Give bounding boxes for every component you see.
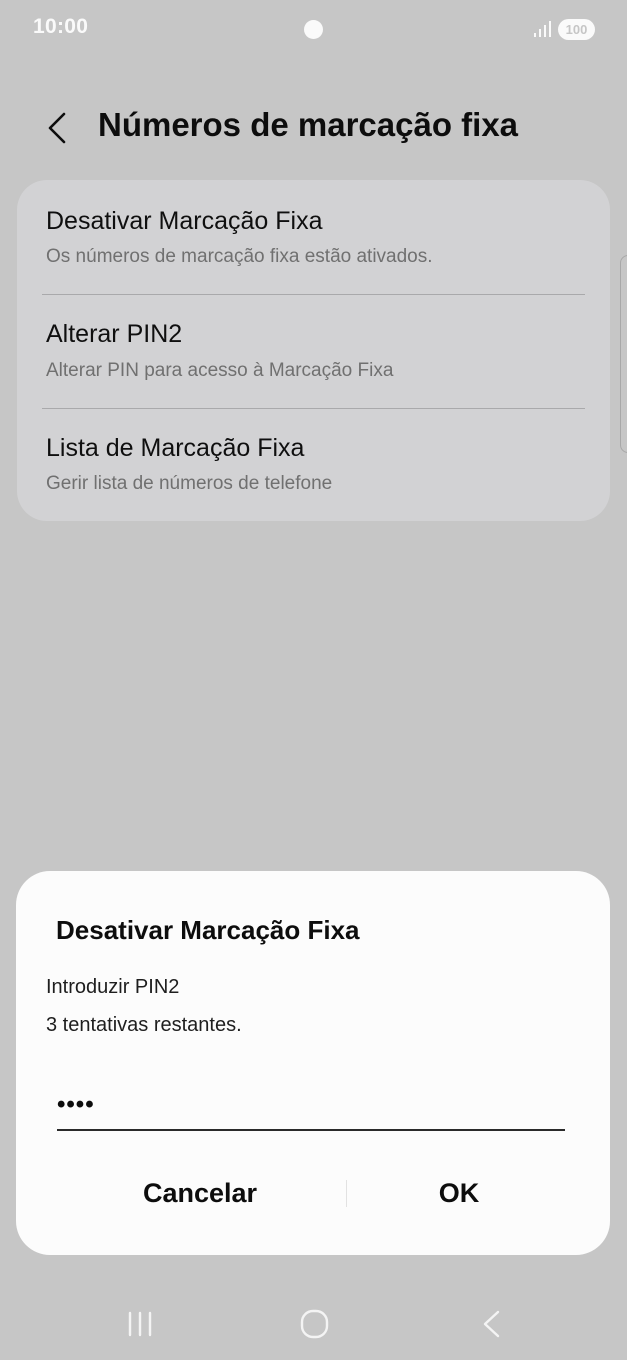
setting-subtitle: Os números de marcação fixa estão ativad… [46, 246, 433, 267]
setting-subtitle: Alterar PIN para acesso à Marcação Fixa [46, 360, 394, 381]
home-icon [300, 1309, 329, 1339]
back-button[interactable] [36, 105, 82, 151]
setting-title: Alterar PIN2 [46, 320, 183, 348]
setting-item-disable-fdn[interactable]: Desativar Marcação Fixa Os números de ma… [17, 180, 610, 293]
battery-level: 100 [565, 22, 588, 37]
ok-button[interactable]: OK [350, 1161, 568, 1225]
nav-back-button[interactable] [461, 1304, 521, 1344]
button-separator [346, 1180, 347, 1207]
dialog-title: Desativar Marcação Fixa [56, 915, 360, 945]
recent-apps-icon [128, 1311, 152, 1337]
battery-icon: 100 [558, 19, 595, 40]
cancel-button[interactable]: Cancelar [80, 1161, 320, 1225]
camera-dot-icon [304, 20, 323, 39]
setting-title: Desativar Marcação Fixa [46, 207, 323, 235]
dialog-prompt: Introduzir PIN2 [46, 976, 180, 998]
edge-panel-handle[interactable] [620, 255, 627, 453]
back-icon [483, 1310, 500, 1338]
chevron-left-icon [48, 112, 66, 144]
status-time: 10:00 [33, 15, 89, 38]
pin2-dialog: Desativar Marcação Fixa Introduzir PIN2 … [16, 871, 610, 1255]
setting-title: Lista de Marcação Fixa [46, 434, 305, 462]
setting-subtitle: Gerir lista de números de telefone [46, 473, 333, 494]
settings-card: Desativar Marcação Fixa Os números de ma… [17, 180, 610, 521]
home-button[interactable] [284, 1304, 344, 1344]
navigation-bar [0, 1290, 627, 1360]
status-bar: 10:00 100 [0, 0, 627, 60]
setting-item-fdn-list[interactable]: Lista de Marcação Fixa Gerir lista de nú… [17, 409, 610, 521]
signal-icon [534, 21, 551, 37]
pin2-input[interactable] [57, 1081, 565, 1131]
dialog-attempts: 3 tentativas restantes. [46, 1014, 242, 1036]
recent-apps-button[interactable] [110, 1304, 170, 1344]
setting-item-change-pin2[interactable]: Alterar PIN2 Alterar PIN para acesso à M… [17, 295, 610, 408]
page-title: Números de marcação fixa [98, 106, 519, 143]
